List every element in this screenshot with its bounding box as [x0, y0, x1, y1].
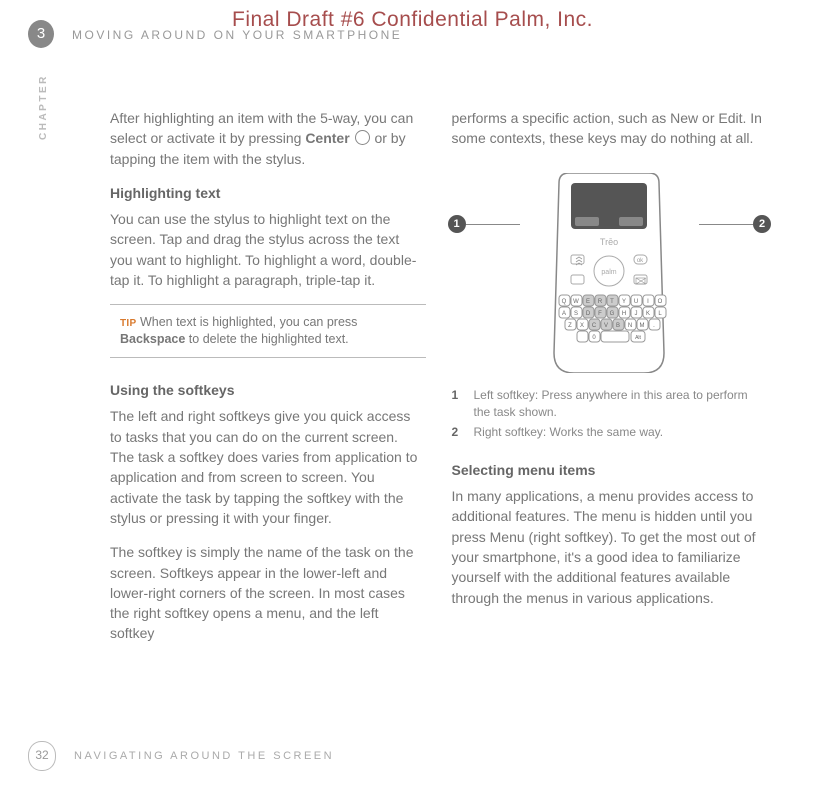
text: When text is highlighted, you can press: [136, 315, 357, 329]
svg-text:Y: Y: [622, 299, 626, 305]
para-softkeys-2: The softkey is simply the name of the ta…: [110, 542, 426, 643]
svg-text:ok: ok: [637, 258, 644, 264]
callout-bubble-1: 1: [448, 215, 466, 233]
svg-text:Trēo: Trēo: [600, 237, 618, 247]
tip-label: TIP: [120, 318, 136, 329]
page-content: After highlighting an item with the 5-wa…: [110, 108, 767, 717]
heading-using-softkeys: Using the softkeys: [110, 380, 426, 400]
legend-num: 1: [452, 387, 464, 422]
svg-text:Q: Q: [562, 299, 567, 305]
treo-device-illustration: Trēo palm ok Q W E R T: [509, 173, 709, 373]
svg-text:Z: Z: [568, 323, 572, 329]
text: to delete the highlighted text.: [185, 332, 348, 346]
svg-text:F: F: [598, 311, 602, 317]
left-column: After highlighting an item with the 5-wa…: [110, 108, 426, 717]
legend-text: Left softkey: Press anywhere in this are…: [474, 387, 768, 422]
callout-line: [699, 224, 753, 225]
para-softkeys-1: The left and right softkeys give you qui…: [110, 406, 426, 528]
svg-text:G: G: [610, 311, 615, 317]
heading-selecting-menu: Selecting menu items: [452, 460, 768, 480]
callout-line: [466, 224, 520, 225]
bold-backspace: Backspace: [120, 332, 185, 346]
right-column: performs a specific action, such as New …: [452, 108, 768, 717]
svg-text:V: V: [604, 323, 608, 329]
svg-text:R: R: [598, 299, 603, 305]
svg-text:H: H: [622, 311, 626, 317]
svg-text:D: D: [586, 311, 591, 317]
legend-row: 1 Left softkey: Press anywhere in this a…: [452, 387, 768, 422]
svg-text:N: N: [628, 323, 632, 329]
footer-section-title: NAVIGATING AROUND THE SCREEN: [74, 750, 334, 762]
callout-bubble-2: 2: [753, 215, 771, 233]
page-footer: 32 NAVIGATING AROUND THE SCREEN: [28, 741, 767, 771]
figure-legend: 1 Left softkey: Press anywhere in this a…: [452, 387, 768, 442]
svg-text:B: B: [616, 323, 620, 329]
svg-text:X: X: [580, 323, 584, 329]
svg-text:J: J: [635, 311, 638, 317]
center-button-icon: [355, 130, 370, 145]
legend-num: 2: [452, 424, 464, 441]
running-header: MOVING AROUND ON YOUR SMARTPHONE: [72, 28, 402, 42]
para-intro: After highlighting an item with the 5-wa…: [110, 108, 426, 169]
para-highlighting: You can use the stylus to highlight text…: [110, 209, 426, 290]
tip-box: TIP When text is highlighted, you can pr…: [110, 304, 426, 358]
svg-text:A: A: [562, 311, 566, 317]
svg-text:palm: palm: [602, 269, 617, 276]
bold-center: Center: [305, 130, 349, 146]
para-softkey-cont: performs a specific action, such as New …: [452, 108, 768, 149]
device-figure: 1 2 Trēo palm ok: [452, 173, 768, 373]
svg-text:E: E: [586, 299, 590, 305]
svg-text:M: M: [640, 323, 645, 329]
svg-text:T: T: [610, 299, 614, 305]
para-menu: In many applications, a menu provides ac…: [452, 486, 768, 608]
legend-text: Right softkey: Works the same way.: [474, 424, 664, 441]
heading-highlighting-text: Highlighting text: [110, 183, 426, 203]
chapter-number-badge: 3: [28, 20, 54, 48]
svg-text:C: C: [592, 323, 597, 329]
chapter-side-label: CHAPTER: [38, 74, 49, 140]
svg-text:Alt: Alt: [635, 335, 641, 341]
svg-text:K: K: [646, 311, 650, 317]
legend-row: 2 Right softkey: Works the same way.: [452, 424, 768, 441]
svg-text:W: W: [573, 299, 579, 305]
svg-text:U: U: [634, 299, 638, 305]
svg-text:S: S: [574, 311, 578, 317]
svg-text:O: O: [658, 299, 663, 305]
page-number-badge: 32: [28, 741, 56, 771]
